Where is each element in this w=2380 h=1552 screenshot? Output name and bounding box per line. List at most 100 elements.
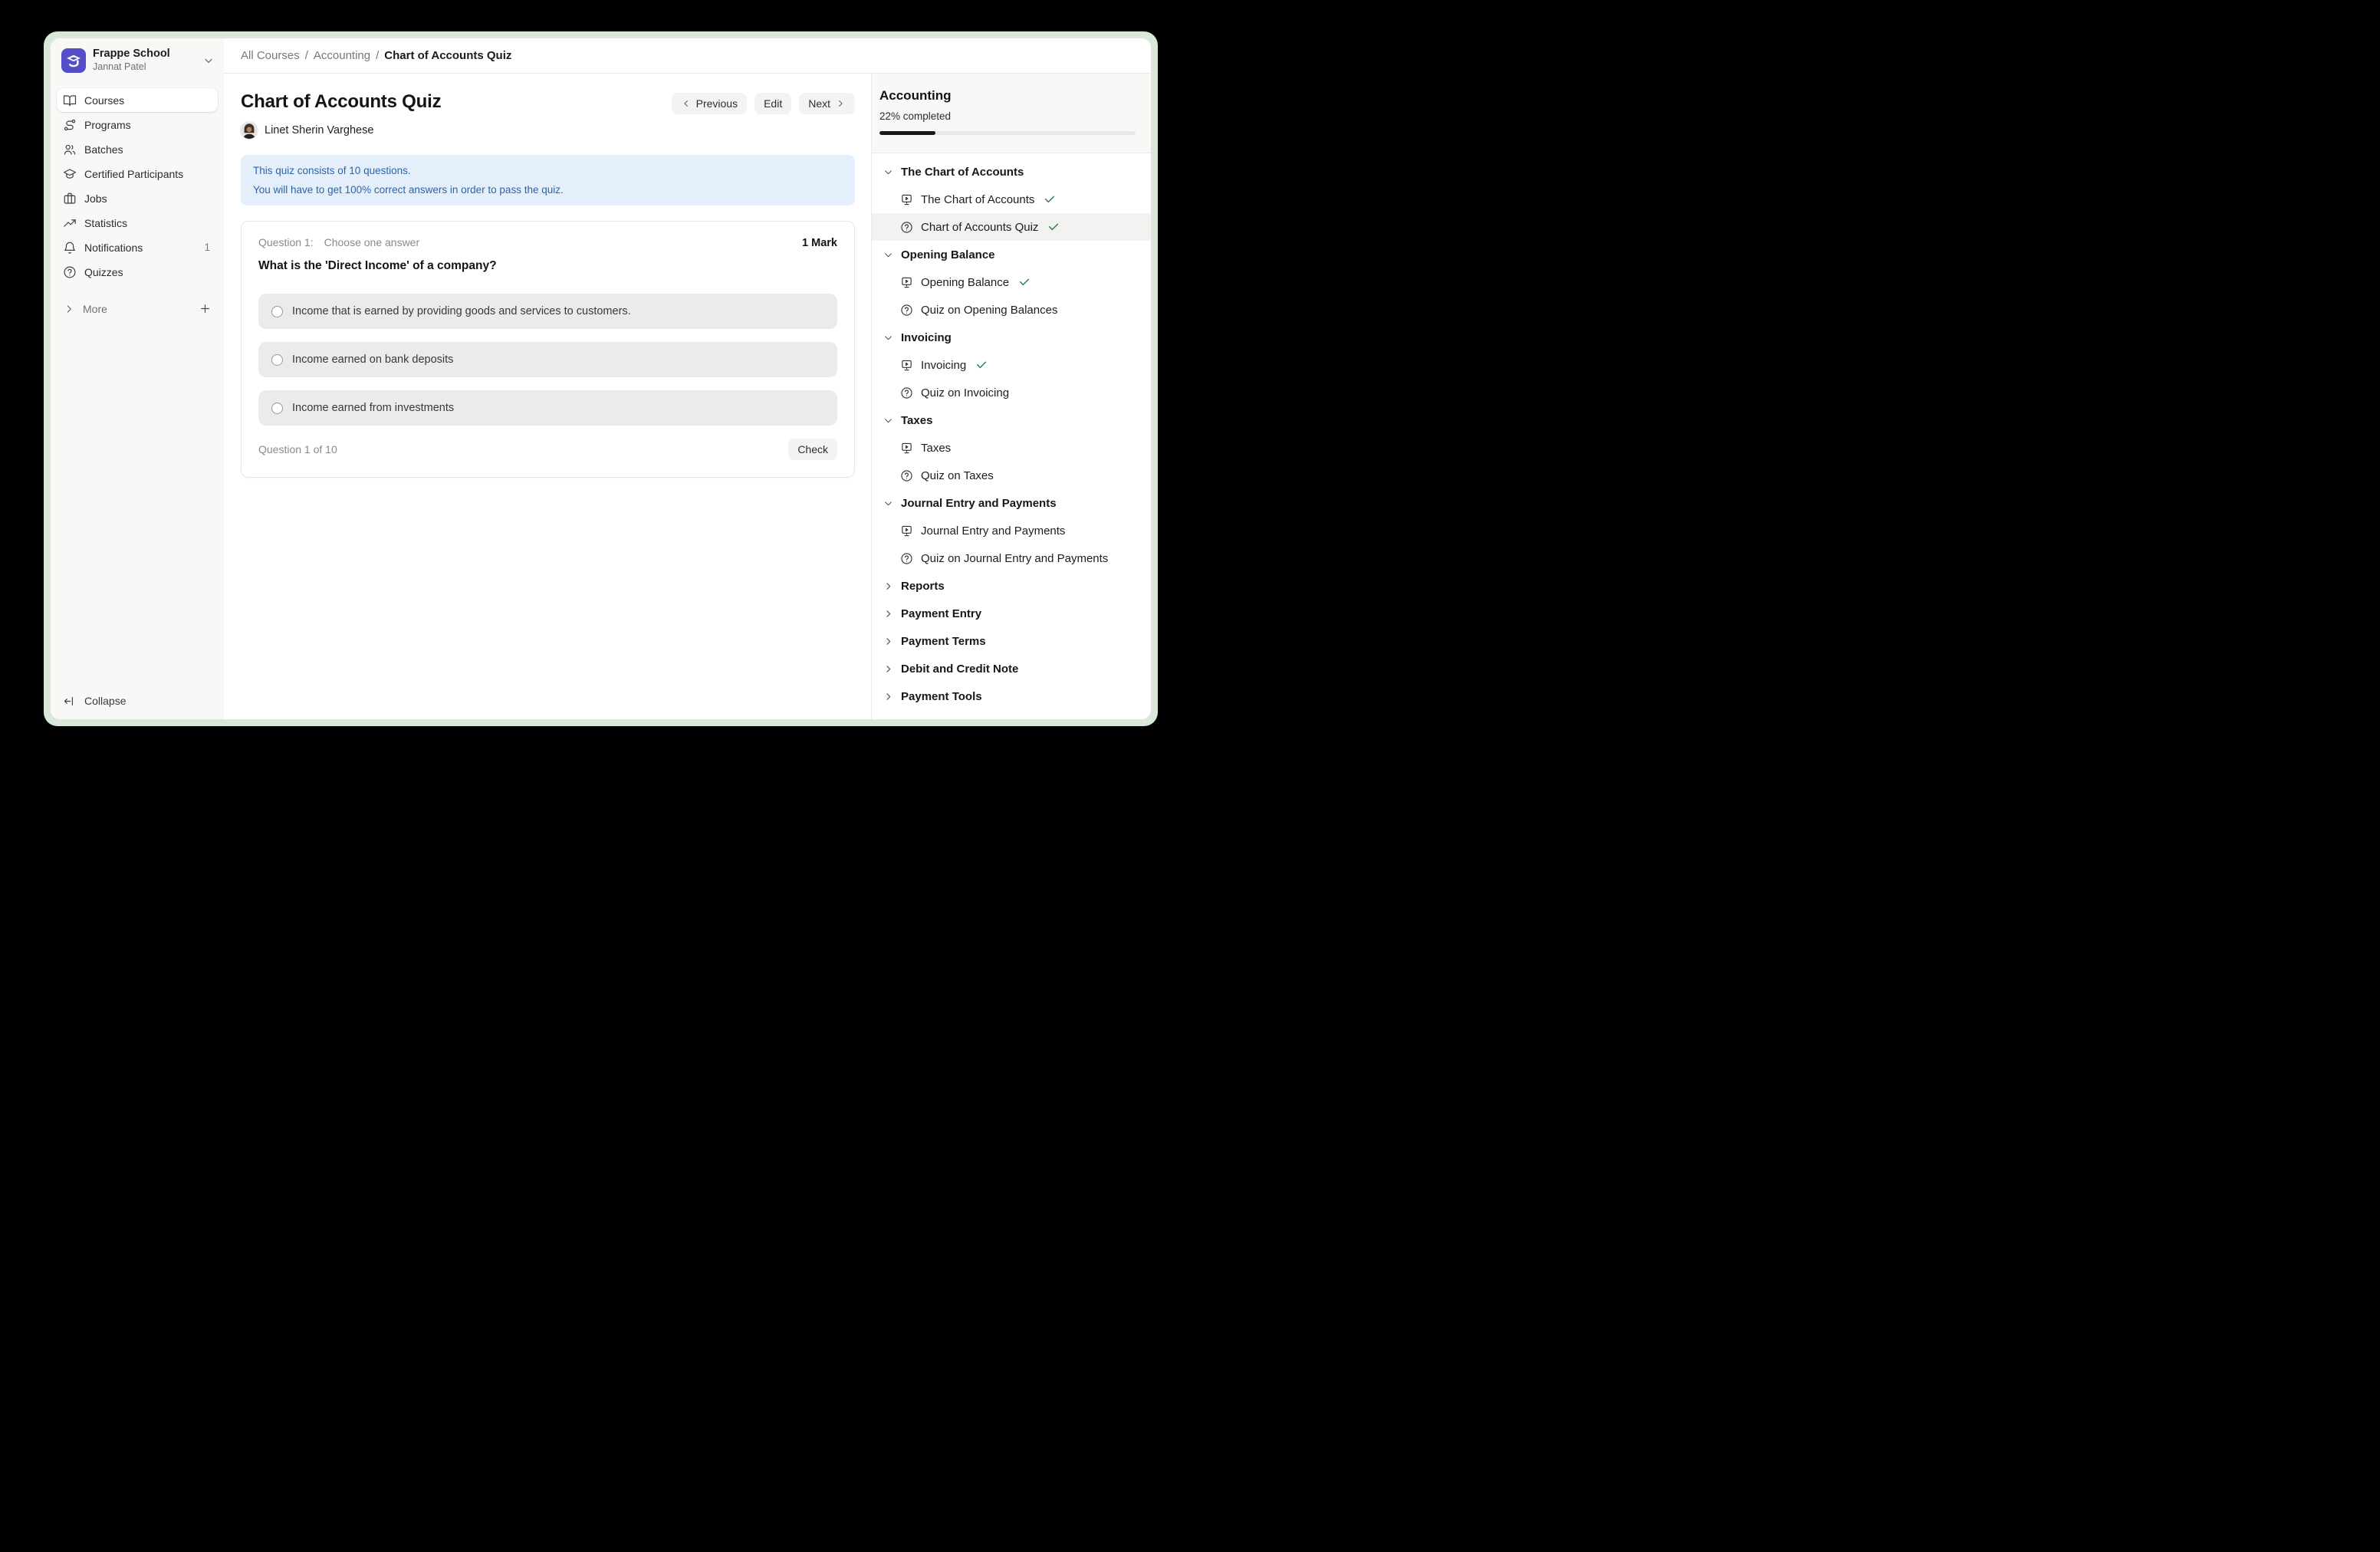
course-outline: The Chart of Accounts The Chart of Accou… <box>872 153 1151 719</box>
collapse-sidebar-button[interactable]: Collapse <box>57 689 218 713</box>
course-header: Accounting 22% completed <box>872 74 1151 153</box>
outline-section-reports[interactable]: Reports <box>872 572 1151 600</box>
sidebar-item-label: Courses <box>84 94 212 107</box>
check-icon <box>1047 221 1060 233</box>
author-name: Linet Sherin Varghese <box>265 124 373 136</box>
chevron-right-icon <box>883 580 894 592</box>
breadcrumb-accounting[interactable]: Accounting <box>314 49 370 62</box>
option-label: Income earned on bank deposits <box>292 353 453 366</box>
collapse-icon <box>63 695 76 708</box>
app-title: Frappe School <box>93 48 196 61</box>
title-block: Chart of Accounts Quiz <box>241 90 441 139</box>
question-text: What is the 'Direct Income' of a company… <box>258 259 837 273</box>
graduation-cap-icon <box>63 167 77 181</box>
outline-section-label: Taxes <box>901 414 932 427</box>
quiz-icon <box>900 552 913 565</box>
plus-icon[interactable] <box>199 302 212 315</box>
outline-item-quiz-on-invoicing[interactable]: Quiz on Invoicing <box>872 379 1151 406</box>
notice-line: This quiz consists of 10 questions. <box>253 161 843 180</box>
outline-section-taxes[interactable]: Taxes <box>872 406 1151 434</box>
sidebar-item-statistics[interactable]: Statistics <box>57 211 218 235</box>
sidebar-item-batches[interactable]: Batches <box>57 137 218 161</box>
sidebar-spacer <box>57 321 218 689</box>
chevron-down-icon <box>883 249 894 261</box>
sidebar-item-courses[interactable]: Courses <box>57 88 218 112</box>
book-open-icon <box>63 94 77 107</box>
outline-section-label: Reports <box>901 580 945 593</box>
outline-section-invoicing[interactable]: Invoicing <box>872 324 1151 351</box>
app-window: Frappe School Jannat Patel Courses Progr… <box>51 38 1151 719</box>
outline-section-payment-tools[interactable]: Payment Tools <box>872 682 1151 710</box>
outline-item-the-chart-of-accounts[interactable]: The Chart of Accounts <box>872 186 1151 213</box>
sidebar-item-programs[interactable]: Programs <box>57 113 218 136</box>
outline-item-invoicing[interactable]: Invoicing <box>872 351 1151 379</box>
outline-section-debit-and-credit-note[interactable]: Debit and Credit Note <box>872 655 1151 682</box>
previous-button[interactable]: Previous <box>672 93 747 114</box>
edit-button[interactable]: Edit <box>754 93 791 114</box>
outline-item-label: The Chart of Accounts <box>921 193 1034 206</box>
outline-item-chart-of-accounts-quiz[interactable]: Chart of Accounts Quiz <box>872 213 1151 241</box>
check-button[interactable]: Check <box>788 439 837 460</box>
edit-label: Edit <box>764 97 782 110</box>
option-row[interactable]: Income that is earned by providing goods… <box>258 294 837 329</box>
outline-section-label: Payment Entry <box>901 607 981 620</box>
outline-item-quiz-on-taxes[interactable]: Quiz on Taxes <box>872 462 1151 489</box>
chevron-left-icon <box>681 98 692 109</box>
author-avatar <box>241 122 258 139</box>
outline-section-opening-balance[interactable]: Opening Balance <box>872 241 1151 268</box>
chevron-right-icon <box>63 303 75 315</box>
option-row[interactable]: Income earned from investments <box>258 390 837 426</box>
breadcrumb-separator: / <box>305 49 308 62</box>
outline-item-taxes[interactable]: Taxes <box>872 434 1151 462</box>
outline-section-journal-entry-and-payments[interactable]: Journal Entry and Payments <box>872 489 1151 517</box>
sidebar-more[interactable]: More <box>57 297 218 321</box>
briefcase-icon <box>63 192 77 206</box>
frappe-school-logo <box>61 48 86 73</box>
next-label: Next <box>808 97 830 110</box>
question-progress: Question 1 of 10 <box>258 443 337 455</box>
option-label: Income that is earned by providing goods… <box>292 305 631 317</box>
option-label: Income earned from investments <box>292 402 454 414</box>
breadcrumb-all-courses[interactable]: All Courses <box>241 49 300 62</box>
trending-up-icon <box>63 216 77 230</box>
sidebar-item-label: Statistics <box>84 217 212 229</box>
outline-section-the-chart-of-accounts[interactable]: The Chart of Accounts <box>872 158 1151 186</box>
outline-item-opening-balance[interactable]: Opening Balance <box>872 268 1151 296</box>
outline-section-label: Debit and Credit Note <box>901 663 1018 676</box>
outline-item-journal-entry-and-payments[interactable]: Journal Entry and Payments <box>872 517 1151 544</box>
outline-section-payment-entry[interactable]: Payment Entry <box>872 600 1151 627</box>
radio-button[interactable] <box>271 354 283 366</box>
outline-item-quiz-on-journal-entry-and-payments[interactable]: Quiz on Journal Entry and Payments <box>872 544 1151 572</box>
outline-item-label: Opening Balance <box>921 276 1009 289</box>
sidebar-item-label: Certified Participants <box>84 168 212 180</box>
sidebar-item-notifications[interactable]: Notifications 1 <box>57 235 218 259</box>
lesson-icon <box>900 442 913 455</box>
check-icon <box>975 359 988 371</box>
question-marks: 1 Mark <box>802 237 837 249</box>
outline-item-quiz-on-opening-balances[interactable]: Quiz on Opening Balances <box>872 296 1151 324</box>
radio-button[interactable] <box>271 306 283 317</box>
next-button[interactable]: Next <box>799 93 855 114</box>
workspace-titles: Frappe School Jannat Patel <box>93 48 196 73</box>
chevron-right-icon <box>883 691 894 702</box>
chevron-down-icon <box>883 166 894 178</box>
users-icon <box>63 143 77 156</box>
outline-item-label: Invoicing <box>921 359 966 372</box>
question-footer: Question 1 of 10 Check <box>258 439 837 460</box>
sidebar-item-label: Batches <box>84 143 212 156</box>
sidebar-item-jobs[interactable]: Jobs <box>57 186 218 210</box>
radio-button[interactable] <box>271 403 283 414</box>
check-label: Check <box>797 443 828 455</box>
outline-item-label: Quiz on Journal Entry and Payments <box>921 552 1108 565</box>
sidebar-item-label: Quizzes <box>84 266 212 278</box>
route-icon <box>63 118 77 132</box>
quiz-icon <box>900 469 913 482</box>
lesson-icon <box>900 193 913 206</box>
sidebar-item-certified-participants[interactable]: Certified Participants <box>57 162 218 186</box>
workspace-switcher[interactable]: Frappe School Jannat Patel <box>57 48 218 73</box>
option-row[interactable]: Income earned on bank deposits <box>258 342 837 377</box>
sidebar-item-quizzes[interactable]: Quizzes <box>57 260 218 284</box>
outline-section-label: Invoicing <box>901 331 952 344</box>
outline-section-payment-terms[interactable]: Payment Terms <box>872 627 1151 655</box>
chevron-down-icon <box>883 332 894 344</box>
